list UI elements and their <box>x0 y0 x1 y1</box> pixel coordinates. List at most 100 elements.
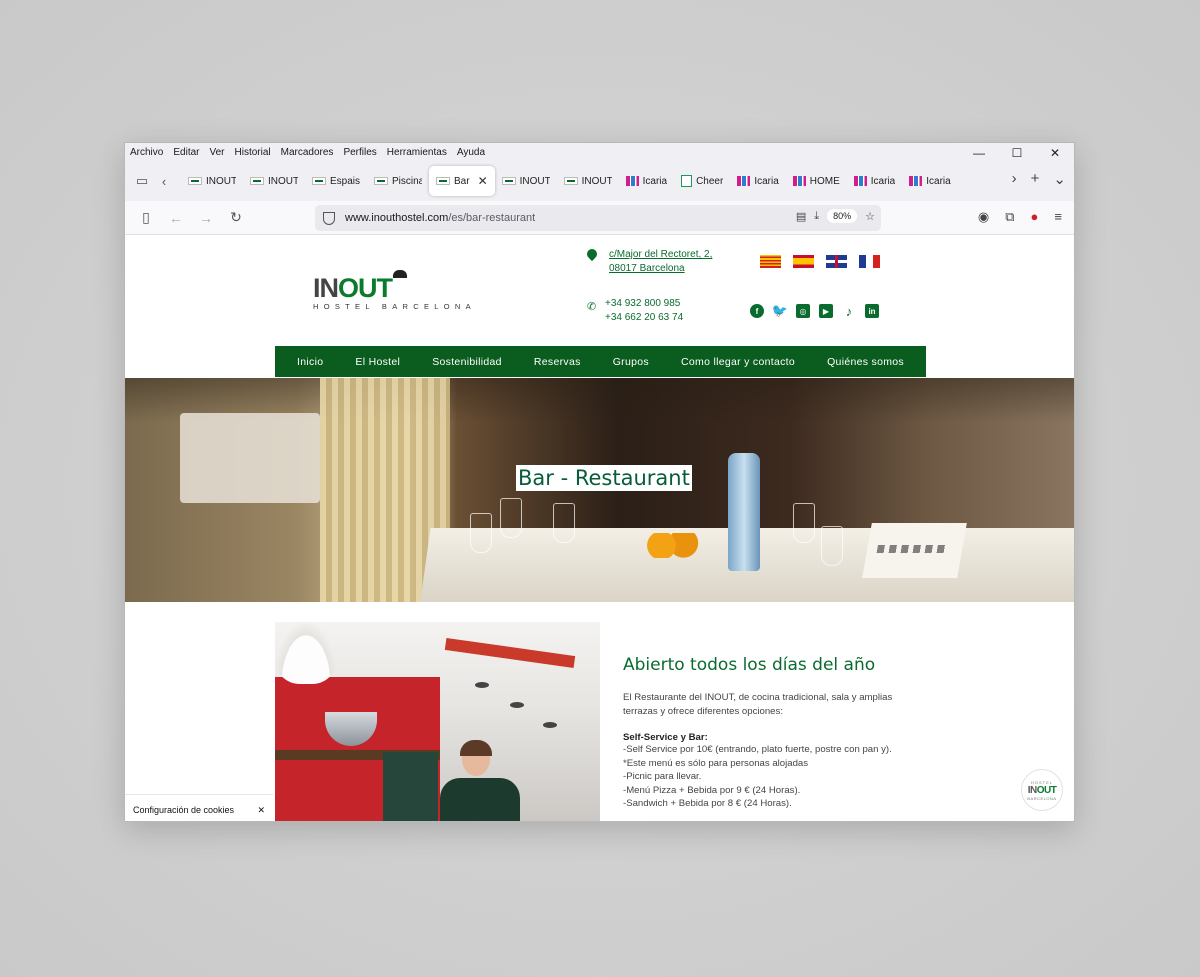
inout-badge[interactable]: HOSTEL INOUT BARCELONA <box>1021 769 1063 811</box>
list-tabs-icon[interactable]: ⌄ <box>1053 170 1066 188</box>
bookmark-star-icon[interactable]: ☆ <box>865 210 875 223</box>
nav-item[interactable]: Como llegar y contacto <box>681 356 795 368</box>
icaria-favicon-icon <box>792 176 806 186</box>
close-icon[interactable]: ✕ <box>257 805 265 816</box>
list-item: -Self Service por 10€ (entrando, plato f… <box>623 744 892 769</box>
tab-label: Icaria <box>926 175 951 187</box>
nav-item[interactable]: Reservas <box>534 356 581 368</box>
menu-perfiles[interactable]: Perfiles <box>343 147 376 158</box>
tab-icaria[interactable]: Icaria <box>902 166 957 196</box>
hero-glass <box>793 503 815 543</box>
spanish-flag[interactable] <box>793 255 814 268</box>
address-link[interactable]: c/Major del Rectoret, 2, 08017 Barcelona <box>584 246 712 276</box>
self-service-heading: Self-Service y Bar: <box>623 732 708 743</box>
download-icon[interactable]: ⤓ <box>814 210 819 223</box>
youtube-icon[interactable]: ▶ <box>819 304 833 318</box>
main-navigation: Inicio El Hostel Sostenibilidad Reservas Gru… <box>275 346 926 377</box>
reader-view-icon[interactable]: ▤ <box>796 210 806 223</box>
hero-glass <box>470 513 492 553</box>
tab-inout[interactable]: INOUT <box>181 166 243 196</box>
nav-item[interactable]: Inicio <box>297 356 323 368</box>
menu-marcadores[interactable]: Marcadores <box>281 147 334 158</box>
phone-2[interactable]: +34 662 20 63 74 <box>605 311 683 325</box>
tab-inout[interactable]: INOUT <box>495 166 557 196</box>
menu-ayuda[interactable]: Ayuda <box>457 147 485 158</box>
nav-item[interactable]: Sostenibilidad <box>432 356 502 368</box>
tab-label: Bar <box>454 175 470 187</box>
menu-archivo[interactable]: Archivo <box>130 147 163 158</box>
inout-logo[interactable]: INOUT HOSTEL BARCELONA <box>313 270 476 311</box>
extensions-icon[interactable]: ⧉ <box>1005 209 1014 225</box>
staff-member <box>440 740 530 821</box>
restaurant-info: Abierto todos los días del año El Restau… <box>623 655 893 811</box>
cookie-settings-bar[interactable]: Configuración de cookies ✕ <box>125 794 273 821</box>
logo-out: OUT <box>338 273 393 303</box>
cookie-settings-label[interactable]: Configuración de cookies <box>133 805 234 815</box>
tab-espais[interactable]: Espais <box>305 166 367 196</box>
inout-favicon-icon <box>188 177 202 185</box>
back-button[interactable]: ← <box>161 210 191 226</box>
addon-icon[interactable]: ● <box>1031 209 1039 225</box>
twitter-icon[interactable]: 🐦 <box>772 303 788 318</box>
menu-editar[interactable]: Editar <box>173 147 199 158</box>
close-window-button[interactable]: ✕ <box>1036 143 1074 163</box>
menu-ver[interactable]: Ver <box>209 147 224 158</box>
logo-hat-icon <box>393 270 407 278</box>
uk-flag[interactable] <box>826 255 847 268</box>
tab-home[interactable]: HOME <box>786 166 847 196</box>
tab-scroll-left-icon[interactable]: ‹ <box>153 170 175 192</box>
menubar: Archivo Editar Ver Historial Marcadores Perfi… <box>125 143 1074 161</box>
close-tab-icon[interactable]: ✕ <box>478 174 488 188</box>
tab-label: Icaria <box>642 175 668 187</box>
facebook-icon[interactable]: f <box>750 304 764 318</box>
tab-bar[interactable]: Bar ✕ <box>429 166 495 196</box>
tab-overview-icon[interactable]: ▭ <box>131 170 153 192</box>
linkedin-icon[interactable]: in <box>865 304 879 318</box>
tab-icaria[interactable]: Icaria <box>730 166 785 196</box>
nav-item[interactable]: Grupos <box>613 356 649 368</box>
sidebar-icon[interactable]: ▯ <box>131 209 161 226</box>
tab-inout[interactable]: INOUT <box>243 166 305 196</box>
maximize-button[interactable]: ☐ <box>998 143 1036 163</box>
inout-favicon-icon <box>250 177 264 185</box>
tab-label: HOME <box>809 175 840 187</box>
tab-icaria[interactable]: Icaria <box>619 166 674 196</box>
tab-piscina[interactable]: Piscina <box>367 166 429 196</box>
forward-button[interactable]: → <box>191 210 221 226</box>
zoom-indicator[interactable]: 80% <box>827 209 858 223</box>
icaria-favicon-icon <box>737 176 751 186</box>
tab-scroll-right-icon[interactable]: › <box>1012 170 1017 188</box>
intro-text: El Restaurante del INOUT, de cocina trad… <box>623 692 893 717</box>
menu-herramientas[interactable]: Herramientas <box>387 147 447 158</box>
inout-favicon-icon <box>312 177 326 185</box>
tiktok-icon[interactable]: ♪ <box>842 304 856 319</box>
reload-button[interactable]: ↻ <box>221 209 251 226</box>
phone-1[interactable]: +34 932 800 985 <box>605 297 683 311</box>
tab-cheer[interactable]: Cheer <box>674 166 730 196</box>
catalan-flag[interactable] <box>760 255 781 268</box>
list-item: -Picnic para llevar. <box>623 771 702 782</box>
menu-historial[interactable]: Historial <box>235 147 271 158</box>
logo-in: IN <box>313 273 339 303</box>
hero-image-table <box>180 413 320 503</box>
web-page: INOUT HOSTEL BARCELONA c/Major del Recto… <box>125 235 1074 821</box>
badge-bottom-text: BARCELONA <box>1027 795 1057 801</box>
list-item: -Sandwich + Bebida por 8 € (24 Horas). <box>623 798 792 809</box>
address-line-2: 08017 Barcelona <box>609 263 685 274</box>
shield-icon[interactable] <box>323 211 335 225</box>
instagram-icon[interactable]: ◎ <box>796 304 810 318</box>
nav-item[interactable]: Quiénes somos <box>827 356 904 368</box>
phone-block: ✆ +34 932 800 985 +34 662 20 63 74 <box>587 297 683 325</box>
hero-title: Bar - Restaurant <box>516 465 692 491</box>
french-flag[interactable] <box>859 255 880 268</box>
url-bar[interactable]: www.inouthostel.com/es/bar-restaurant ▤ … <box>315 205 881 231</box>
tab-icaria[interactable]: Icaria <box>847 166 902 196</box>
new-tab-button[interactable]: + <box>1031 170 1040 188</box>
account-icon[interactable]: ◉ <box>978 209 989 225</box>
nav-item[interactable]: El Hostel <box>355 356 400 368</box>
minimize-button[interactable]: — <box>960 143 998 163</box>
tab-inout[interactable]: INOUT <box>557 166 619 196</box>
badge-in: IN <box>1027 784 1038 796</box>
hero-glass <box>821 526 843 566</box>
menu-icon[interactable]: ≡ <box>1054 209 1062 225</box>
